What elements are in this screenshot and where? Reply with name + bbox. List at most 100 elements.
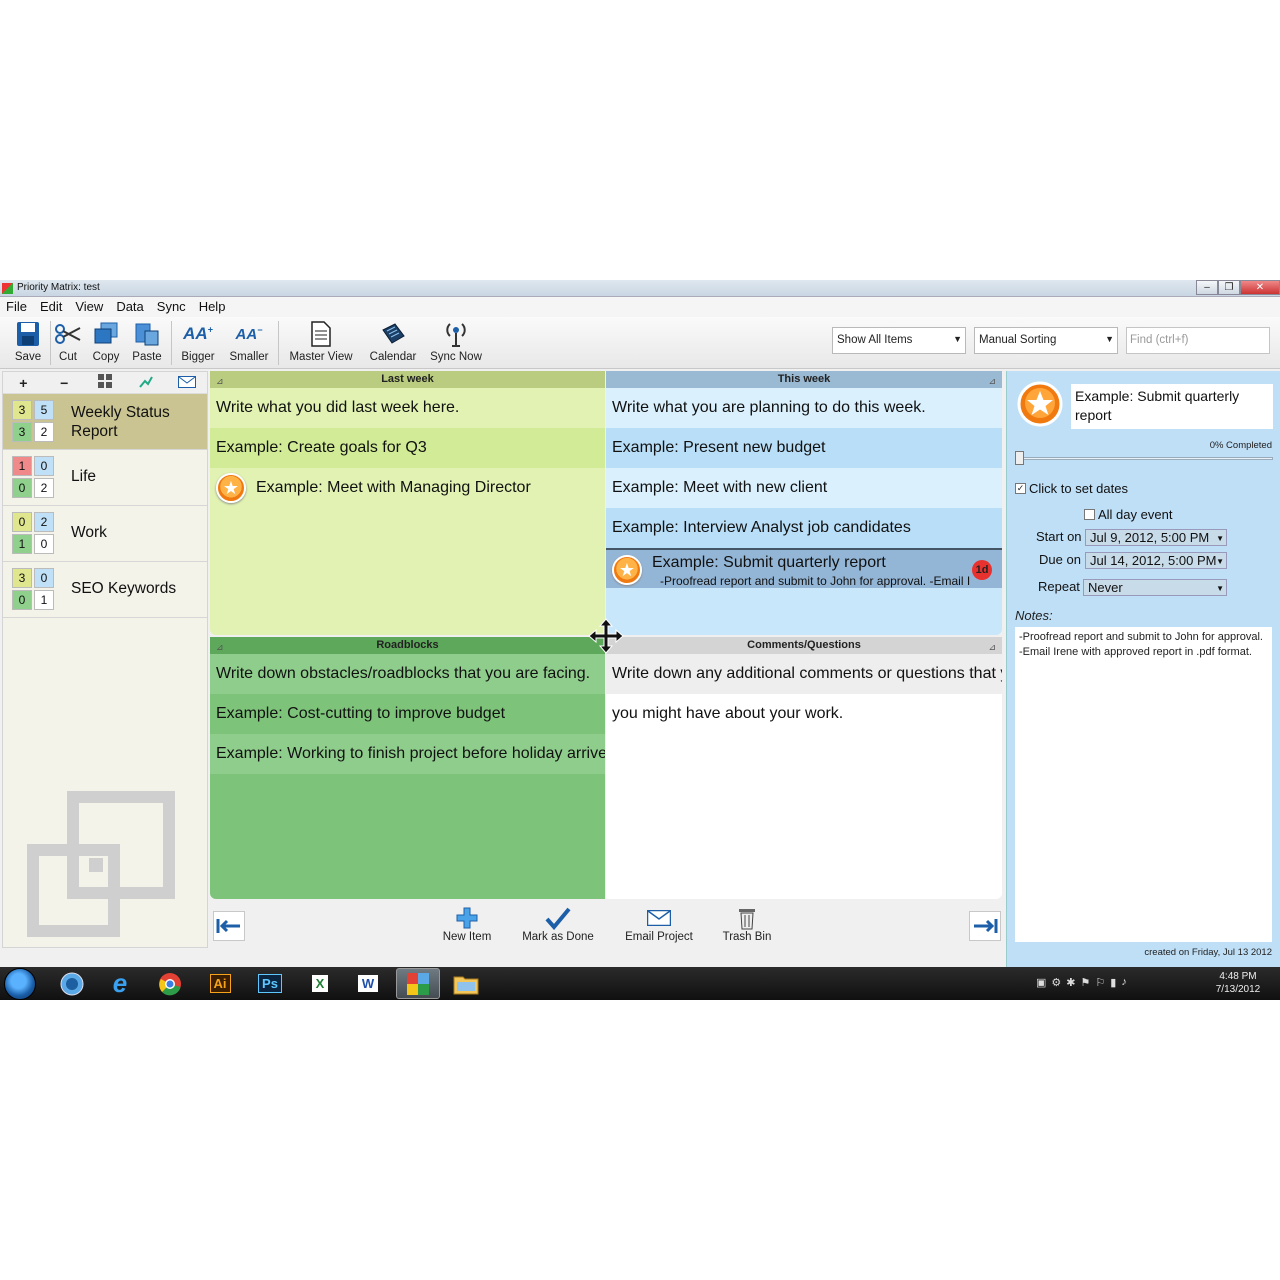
cut-button[interactable]: Cut: [53, 319, 83, 363]
add-project-button[interactable]: +: [3, 375, 44, 391]
star-icon: ★: [216, 473, 246, 503]
save-button[interactable]: Save: [10, 319, 46, 363]
filter-dropdown[interactable]: Show All Items ▼: [832, 327, 966, 354]
network-icon[interactable]: ▣: [1036, 976, 1046, 989]
chart-icon[interactable]: [125, 374, 166, 391]
project-name: SEO Keywords: [71, 580, 177, 597]
mark-as-done-button[interactable]: Mark as Done: [518, 905, 598, 943]
maximize-button[interactable]: ❐: [1218, 280, 1240, 295]
grid-view-icon[interactable]: [85, 374, 126, 391]
envelope-icon: [647, 910, 671, 926]
close-button[interactable]: ✕: [1240, 280, 1280, 295]
repeat-dropdown[interactable]: Never ▼: [1083, 579, 1227, 596]
flag-icon[interactable]: ⚐: [1095, 976, 1105, 989]
due-date-picker[interactable]: Jul 14, 2012, 5:00 PM ▼: [1085, 552, 1227, 569]
task-item[interactable]: Example: Create goals for Q3: [210, 428, 605, 468]
count-q1: 0: [12, 512, 32, 532]
excel-taskbar-button[interactable]: X: [298, 968, 342, 999]
progress-slider-thumb[interactable]: [1015, 451, 1024, 465]
set-dates-checkbox[interactable]: ✓: [1015, 483, 1026, 494]
menu-sync[interactable]: Sync: [157, 297, 186, 317]
task-item[interactable]: you might have about your work.: [606, 694, 1002, 734]
illustrator-taskbar-button[interactable]: Ai: [198, 968, 242, 999]
task-item[interactable]: Write what you are planning to do this w…: [606, 388, 1002, 428]
quadrant-header: ⊿ Roadblocks: [210, 637, 605, 654]
due-label: Due on: [1039, 552, 1081, 567]
quadrant-header: ⊿ Last week: [210, 371, 605, 388]
word-icon: W: [357, 975, 379, 992]
bigger-button[interactable]: AA+ Bigger: [178, 319, 218, 363]
project-seo-keywords[interactable]: 3 0 0 1 SEO Keywords: [3, 562, 207, 618]
word-taskbar-button[interactable]: W: [346, 968, 390, 999]
photoshop-taskbar-button[interactable]: Ps: [248, 968, 292, 999]
chevron-down-icon: ▼: [1216, 584, 1224, 593]
find-input[interactable]: Find (ctrl+f): [1126, 327, 1270, 354]
star-icon[interactable]: [1017, 381, 1063, 427]
master-view-button[interactable]: Master View: [286, 319, 356, 363]
checkmark-icon: [545, 907, 571, 930]
sync-now-button[interactable]: Sync Now: [428, 319, 484, 363]
ie-taskbar-button[interactable]: e: [98, 968, 142, 999]
explorer-taskbar-button[interactable]: [444, 968, 488, 999]
project-life[interactable]: 1 0 0 2 Life: [3, 450, 207, 506]
priority-matrix-logo: [27, 791, 175, 937]
quadrant-header: This week ⊿: [606, 371, 1002, 388]
task-item[interactable]: Write down obstacles/roadblocks that you…: [210, 654, 605, 694]
next-project-button[interactable]: [969, 911, 1001, 941]
menu-view[interactable]: View: [75, 297, 103, 317]
quadrant-last-week: ⊿ Last week Write what you did last week…: [210, 371, 605, 635]
task-item[interactable]: Example: Meet with new client: [606, 468, 1002, 508]
menu-file[interactable]: File: [6, 297, 27, 317]
count-q1: 1: [12, 456, 32, 476]
new-item-button[interactable]: New Item: [436, 905, 498, 943]
battery-icon[interactable]: ▮: [1110, 976, 1116, 989]
itunes-taskbar-button[interactable]: [50, 968, 94, 999]
email-icon[interactable]: [166, 375, 207, 391]
item-title-field[interactable]: Example: Submit quarterly report: [1071, 384, 1273, 429]
remove-project-button[interactable]: −: [44, 375, 85, 391]
notes-textarea[interactable]: -Proofread report and submit to John for…: [1015, 627, 1272, 942]
clock[interactable]: 4:48 PM 7/13/2012: [1212, 970, 1264, 996]
count-q1: 3: [12, 400, 32, 420]
antenna-icon[interactable]: ⚑: [1081, 976, 1091, 989]
bottom-toolbar: New Item Mark as Done Email Project Tras…: [210, 901, 1004, 961]
menu-edit[interactable]: Edit: [40, 297, 62, 317]
volume-icon[interactable]: ♪: [1121, 976, 1127, 989]
chrome-taskbar-button[interactable]: [148, 968, 192, 999]
menu-help[interactable]: Help: [199, 297, 226, 317]
paste-button[interactable]: Paste: [130, 319, 164, 363]
task-item[interactable]: Example: Present new budget: [606, 428, 1002, 468]
task-item[interactable]: ★ Example: Meet with Managing Director: [210, 468, 605, 508]
email-project-button[interactable]: Email Project: [620, 905, 698, 943]
trash-bin-button[interactable]: Trash Bin: [718, 905, 776, 943]
task-item[interactable]: Example: Interview Analyst job candidate…: [606, 508, 1002, 548]
previous-project-button[interactable]: [213, 911, 245, 941]
smaller-button[interactable]: AA− Smaller: [228, 319, 270, 363]
task-item[interactable]: Write what you did last week here.: [210, 388, 605, 428]
priority-matrix-taskbar-button[interactable]: [396, 968, 440, 999]
minimize-button[interactable]: –: [1196, 280, 1218, 295]
sort-dropdown[interactable]: Manual Sorting ▼: [974, 327, 1118, 354]
selected-task-item[interactable]: ★ Example: Submit quarterly report -Proo…: [606, 548, 1002, 588]
task-item[interactable]: Write down any additional comments or qu…: [606, 654, 1002, 694]
task-item[interactable]: Example: Working to finish project befor…: [210, 734, 605, 774]
itunes-icon: [60, 972, 84, 995]
copy-button[interactable]: Copy: [90, 319, 122, 363]
menu-data[interactable]: Data: [116, 297, 143, 317]
start-button[interactable]: [4, 968, 36, 1000]
all-day-checkbox[interactable]: [1084, 509, 1095, 520]
quadrant-counts: 3 0 0 1: [12, 568, 56, 612]
quadrant-this-week: This week ⊿ Write what you are planning …: [606, 371, 1002, 635]
project-name: Weekly Status Report: [71, 404, 170, 440]
task-item[interactable]: Example: Cost-cutting to improve budget: [210, 694, 605, 734]
calendar-button[interactable]: Calendar: [366, 319, 420, 363]
usb-icon[interactable]: ⚙: [1051, 976, 1061, 989]
notes-label: Notes:: [1015, 608, 1053, 623]
progress-slider[interactable]: [1017, 457, 1273, 460]
project-weekly-status-report[interactable]: 3 5 3 2 Weekly Status Report: [3, 394, 207, 450]
repeat-label: Repeat: [1038, 579, 1080, 594]
bluetooth-icon[interactable]: ✱: [1066, 976, 1075, 989]
start-date-picker[interactable]: Jul 9, 2012, 5:00 PM ▼: [1085, 529, 1227, 546]
quadrant-counts: 0 2 1 0: [12, 512, 56, 556]
project-work[interactable]: 0 2 1 0 Work: [3, 506, 207, 562]
